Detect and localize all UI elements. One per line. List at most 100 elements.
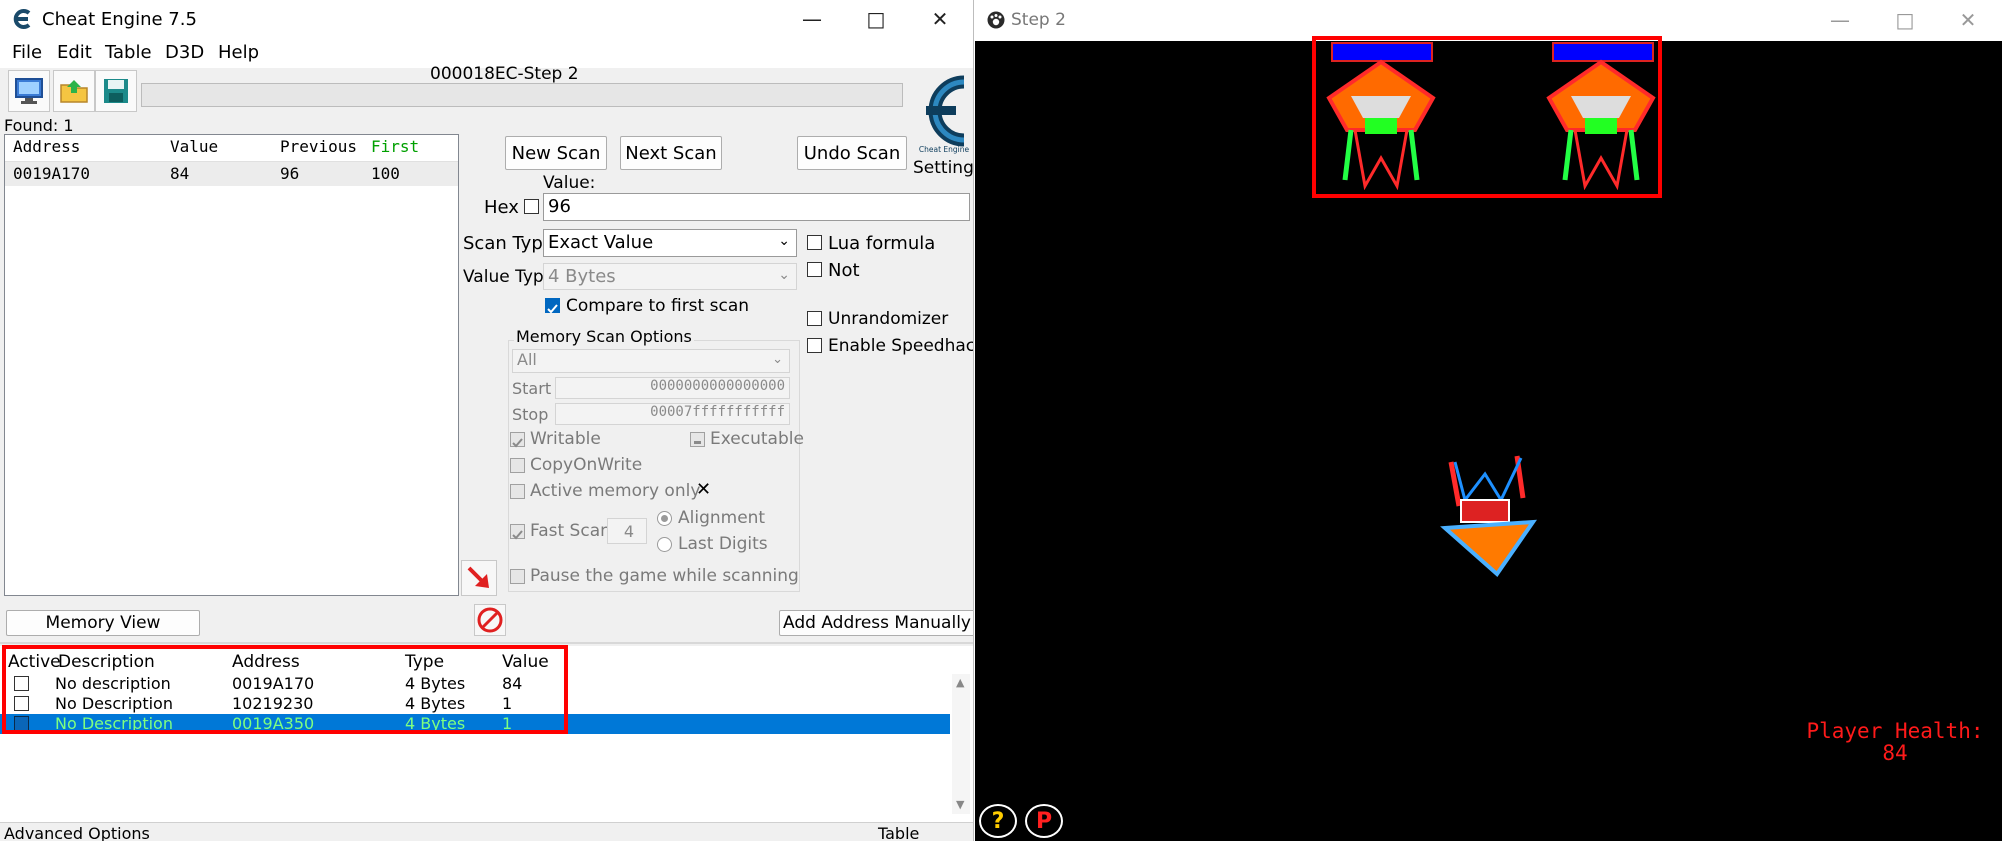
table-row[interactable]: 0019A170 84 96 100 [5,162,458,186]
minimize-button[interactable]: — [782,0,842,38]
stop-label: Stop [512,405,549,424]
indeterminate-icon [694,441,701,444]
player-health-value: 84 [1882,741,1908,765]
speedhack-label: Enable Speedhack [828,336,974,356]
scan-results-list[interactable]: Address Value Previous First 0019A170 84… [4,134,459,596]
executable-label: Executable [710,429,804,449]
speedhack-checkbox[interactable] [807,338,822,353]
scroll-up-icon[interactable]: ▲ [956,676,964,689]
game-title-bar: Step 2 — □ ✕ [975,0,2002,41]
memory-view-button[interactable]: Memory View [6,610,200,636]
found-count: Found: 1 [4,116,74,135]
no-entry-icon [477,607,503,633]
active-memory-label: Active memory only [530,481,701,501]
memory-scan-options-title: Memory Scan Options [514,327,694,346]
not-checkbox[interactable] [807,262,822,277]
next-scan-button[interactable]: Next Scan [620,136,722,170]
row-address: 0019A170 [13,164,91,183]
game-maximize-button[interactable]: □ [1875,1,1935,39]
splitter[interactable] [0,642,973,644]
column-value[interactable]: Value [170,137,218,156]
player-health-label: Player Health: [1806,719,1984,743]
hex-label: Hex [484,197,519,218]
player-health-display: Player Health: 84 [1795,720,1995,764]
menu-edit[interactable]: Edit [57,42,92,63]
start-label: Start [512,379,552,398]
paw-icon [987,11,1005,29]
floppy-disk-icon [104,79,128,103]
alignment-radio[interactable] [657,511,672,526]
logo-label: Cheat Engine [919,145,970,154]
close-icon[interactable]: ✕ [696,479,711,500]
fast-scan-label: Fast Scan [530,521,611,541]
add-to-list-button[interactable] [461,560,497,596]
copy-on-write-label: CopyOnWrite [530,455,643,475]
cheat-engine-logo-icon [13,9,31,29]
compare-first-label: Compare to first scan [566,296,750,316]
scan-type-select[interactable]: Exact Value ⌄ [543,229,797,257]
status-bar: Advanced Options Table Extras [0,822,973,841]
maximize-button[interactable]: □ [846,0,906,38]
add-address-manually-button[interactable]: Add Address Manually [779,610,973,636]
writable-checkbox[interactable] [510,432,525,448]
active-memory-checkbox[interactable] [510,484,525,499]
row-first: 100 [371,164,400,183]
settings-link[interactable]: Settings [913,158,973,178]
checkmark-icon [512,530,523,540]
copy-on-write-checkbox[interactable] [510,458,525,473]
executable-checkbox[interactable] [690,432,705,447]
process-title: 000018EC-Step 2 [430,64,579,84]
advanced-options-link[interactable]: Advanced Options [4,824,150,841]
vertical-scrollbar[interactable]: ▲ ▼ [952,674,970,814]
writable-label: Writable [530,429,601,449]
compare-first-checkbox[interactable] [545,298,560,314]
value-type-select[interactable]: 4 Bytes ⌄ [543,263,797,290]
game-window: Step 2 — □ ✕ Player Health: 84 ? P [975,0,2002,841]
table-extras-link[interactable]: Table Extras [878,824,973,841]
pause-button[interactable]: P [1025,804,1063,838]
value-type-value: 4 Bytes [548,266,616,287]
fast-scan-checkbox[interactable] [510,524,525,540]
menu-table[interactable]: Table [105,42,152,63]
game-close-button[interactable]: ✕ [1938,1,1998,39]
start-address-input[interactable]: 0000000000000000 [555,377,790,399]
value-label: Value: [543,173,596,193]
stop-scan-button[interactable] [474,604,506,636]
lua-formula-label: Lua formula [828,233,936,254]
menu-file[interactable]: File [12,42,42,63]
last-digits-label: Last Digits [678,534,768,554]
scan-type-value: Exact Value [548,232,654,253]
column-first[interactable]: First [371,137,419,156]
unrandomizer-checkbox[interactable] [807,311,822,326]
stop-address-input[interactable]: 00007fffffffffff [555,403,790,425]
red-arrow-icon [467,566,489,588]
window-title: Cheat Engine 7.5 [42,9,197,30]
chevron-down-icon: ⌄ [778,267,790,283]
enemies-highlight-box [1312,36,1662,198]
close-button[interactable]: ✕ [910,0,970,38]
save-file-button[interactable] [95,70,137,112]
menu-d3d[interactable]: D3D [165,42,204,63]
column-address[interactable]: Address [13,137,80,156]
hex-checkbox[interactable] [524,199,539,214]
scroll-down-icon[interactable]: ▼ [956,798,964,811]
menu-help[interactable]: Help [218,42,259,63]
value-input[interactable]: 96 [543,193,970,221]
undo-scan-button[interactable]: Undo Scan [797,136,907,170]
fast-scan-input[interactable]: 4 [607,518,647,544]
game-minimize-button[interactable]: — [1810,1,1870,39]
lua-formula-checkbox[interactable] [807,235,822,250]
chevron-down-icon: ⌄ [772,352,783,367]
memory-region-select[interactable]: All ⌄ [512,349,790,373]
last-digits-radio[interactable] [657,537,672,552]
new-scan-button[interactable]: New Scan [505,136,607,170]
alignment-label: Alignment [678,508,766,528]
help-button[interactable]: ? [979,804,1017,838]
select-process-button[interactable] [8,70,50,112]
open-file-button[interactable] [53,70,95,112]
cheat-engine-big-logo-icon[interactable]: Cheat Engine [912,66,974,156]
scan-type-label: Scan Type [463,233,554,254]
column-previous[interactable]: Previous [280,137,357,156]
chevron-down-icon: ⌄ [778,233,790,249]
pause-game-checkbox[interactable] [510,569,525,584]
